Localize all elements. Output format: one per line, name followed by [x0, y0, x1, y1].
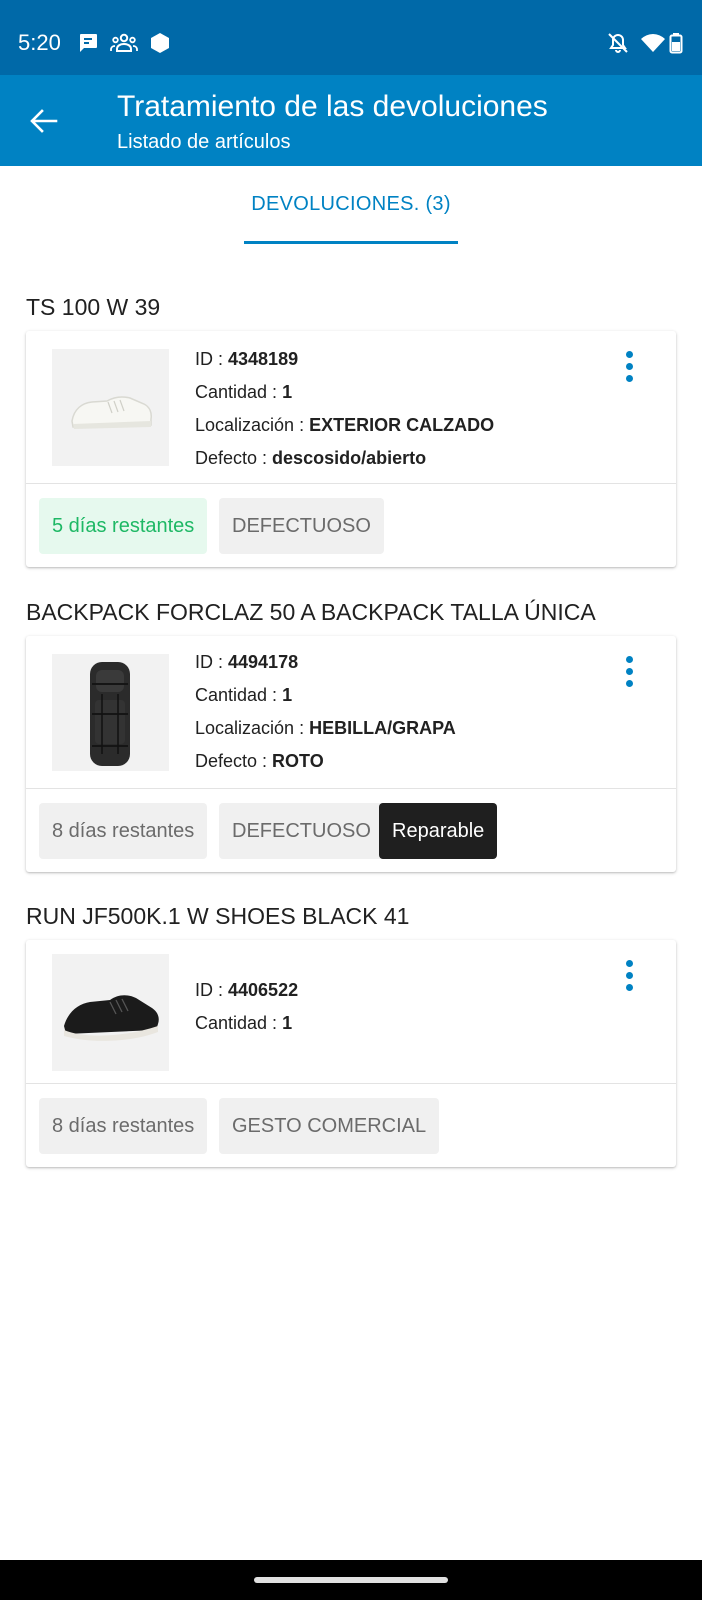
more-vert-icon[interactable] — [620, 654, 640, 690]
days-remaining-chip: 8 días restantes — [39, 803, 208, 859]
more-vert-icon[interactable] — [620, 349, 640, 385]
days-remaining-chip: 5 días restantes — [39, 498, 208, 554]
page-subtitle: Listado de artículos — [117, 131, 291, 153]
tab-devoluciones[interactable]: DEVOLUCIONES. (3) — [244, 166, 458, 244]
groups-icon — [110, 33, 138, 52]
page-title: Tratamiento de las devoluciones — [117, 90, 548, 123]
detail-id: ID : 4494178 — [195, 652, 299, 672]
black-backpack-image — [52, 654, 169, 771]
back-button[interactable] — [20, 97, 68, 145]
product-image — [52, 654, 169, 771]
item-title: RUN JF500K.1 W SHOES BLACK 41 — [26, 903, 410, 929]
home-handle[interactable] — [254, 1577, 448, 1583]
app-bar: Tratamiento de las devoluciones Listado … — [0, 75, 702, 166]
item-card[interactable]: ID : 4494178 Cantidad : 1 Localización :… — [26, 636, 676, 872]
status-time: 5:20 — [18, 30, 61, 55]
detail-cantidad: Cantidad : 1 — [195, 382, 293, 402]
item-card[interactable]: ID : 4348189 Cantidad : 1 Localización :… — [26, 331, 676, 567]
product-image — [52, 349, 169, 466]
detail-localizacion: Localización : EXTERIOR CALZADO — [195, 415, 495, 435]
white-sneaker-image — [52, 349, 169, 466]
black-running-shoe-image — [52, 954, 169, 1071]
detail-defecto: Defecto : descosido/abierto — [195, 448, 427, 468]
item-details: ID : 4494178 Cantidad : 1 Localización :… — [195, 646, 456, 778]
days-remaining-chip: 8 días restantes — [39, 1098, 208, 1154]
detail-id: ID : 4406522 — [195, 980, 299, 1000]
tab-label: DEVOLUCIONES. (3) — [251, 193, 451, 215]
detail-id: ID : 4348189 — [195, 349, 299, 369]
product-image — [52, 954, 169, 1071]
tab-bar: DEVOLUCIONES. (3) — [0, 166, 702, 244]
status-chip: DEFECTUOSO — [219, 498, 384, 554]
item-title: BACKPACK FORCLAZ 50 A BACKPACK TALLA ÚNI… — [26, 599, 596, 625]
item-title: TS 100 W 39 — [26, 294, 161, 320]
wifi-icon — [641, 34, 665, 52]
item-details: ID : 4406522 Cantidad : 1 — [195, 974, 298, 1040]
battery-icon — [669, 33, 683, 54]
navigation-bar — [0, 1560, 702, 1600]
reparable-chip: Reparable — [379, 803, 498, 859]
tab-indicator — [244, 241, 458, 244]
more-vert-icon[interactable] — [620, 958, 640, 994]
detail-defecto: Defecto : ROTO — [195, 751, 324, 771]
detail-cantidad: Cantidad : 1 — [195, 685, 293, 705]
item-card[interactable]: ID : 4406522 Cantidad : 1 8 días restant… — [26, 940, 676, 1167]
notifications-off-icon — [608, 33, 628, 53]
detail-localizacion: Localización : HEBILLA/GRAPA — [195, 718, 456, 738]
arrow-back-icon — [30, 109, 58, 133]
item-details: ID : 4348189 Cantidad : 1 Localización :… — [195, 343, 494, 475]
chat-icon — [80, 34, 97, 52]
status-chip: DEFECTUOSO — [219, 803, 384, 859]
hexagon-icon — [151, 33, 169, 53]
status-chip: GESTO COMERCIAL — [219, 1098, 440, 1154]
status-bar: 5:20 — [0, 0, 702, 75]
detail-cantidad: Cantidad : 1 — [195, 1013, 293, 1033]
